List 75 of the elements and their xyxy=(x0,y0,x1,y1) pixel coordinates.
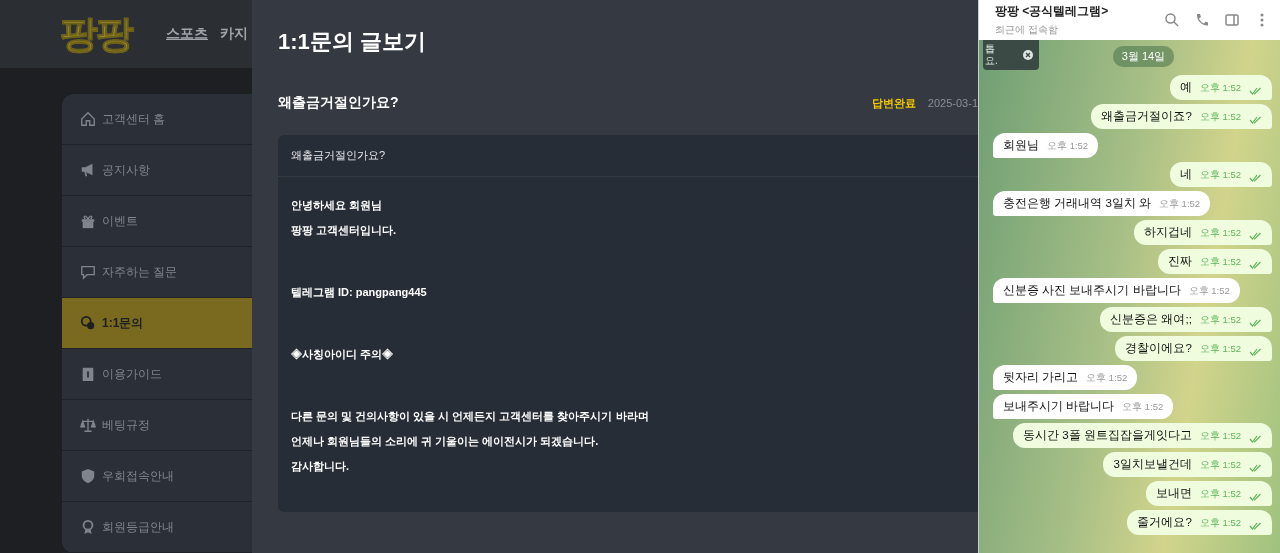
side-panel-icon[interactable] xyxy=(1224,12,1240,28)
message-time: 오후 1:52 xyxy=(1188,285,1230,298)
nav-link[interactable]: 스포츠 xyxy=(166,25,208,43)
message-time: 오후 1:52 xyxy=(1122,401,1164,414)
message-time: 오후 1:52 xyxy=(1199,488,1241,501)
message-subject: 왜출금거절인가요? xyxy=(291,148,386,163)
reply-text: 언제나 회원님들의 소리에 귀 기울이는 에이전시가 되겠습니다. xyxy=(291,434,600,449)
search-icon[interactable] xyxy=(1164,12,1180,28)
inquiry-subject: 왜출금거절인가요? xyxy=(278,94,400,112)
message-text: 보내주시기 바랍니다 xyxy=(1003,399,1115,414)
message-time: 오후 1:52 xyxy=(1199,459,1241,472)
reply-text: 안녕하세요 회원님 xyxy=(291,198,384,213)
message-text: 신분증은 왜여;; xyxy=(1110,312,1192,327)
double-check-icon xyxy=(1249,232,1262,240)
menu-item-icon xyxy=(80,264,96,280)
message-time: 오후 1:52 xyxy=(1199,227,1241,240)
message-text: 뒷자리 가리고 xyxy=(1003,370,1079,385)
site-logo[interactable]: 팡팡 xyxy=(60,8,132,60)
inquiry-date: 2025-03-1 xyxy=(927,97,978,109)
message-time: 오후 1:52 xyxy=(1086,372,1128,385)
chat-status: 최근에 접속함 xyxy=(995,23,1059,37)
reply-text: 감사합니다. xyxy=(291,459,351,474)
double-check-icon xyxy=(1249,116,1262,124)
menu-item-icon xyxy=(80,417,96,433)
message-text: 회원님 xyxy=(1003,138,1039,153)
message-text: 왜출금거절이죠? xyxy=(1101,109,1192,124)
double-check-icon xyxy=(1249,522,1262,530)
message-text: 네 xyxy=(1179,167,1192,182)
message-text: 진짜 xyxy=(1167,254,1192,269)
message-time: 오후 1:52 xyxy=(1199,111,1241,124)
reply-text: ◈사칭아이디 주의◈ xyxy=(291,347,395,362)
message-time: 오후 1:52 xyxy=(1199,82,1241,95)
message-text: 신분증 사진 보내주시기 바랍니다 xyxy=(1003,283,1181,298)
menu-item-icon xyxy=(80,213,96,229)
message-text: 보내면 xyxy=(1155,486,1192,501)
message-text: 경찰이에요? xyxy=(1125,341,1192,356)
message-text: 3일치보낼건데 xyxy=(1113,457,1192,472)
menu-item-icon xyxy=(80,366,96,382)
message-text: 충전은행 거래내역 3일치 와 xyxy=(1003,196,1151,211)
phone-icon[interactable] xyxy=(1194,12,1210,28)
reply-text: 텔레그램 ID: pangpang445 xyxy=(291,285,428,300)
message-time: 오후 1:52 xyxy=(1199,517,1241,530)
date-pill: 3월 14일 xyxy=(1112,46,1175,67)
message-time: 오후 1:52 xyxy=(1199,256,1241,269)
message-time: 오후 1:52 xyxy=(1159,198,1201,211)
message-text: 하지겁네 xyxy=(1143,225,1192,240)
message-text: 동시간 3폴 원트집잡을게잇다고 xyxy=(1023,428,1192,443)
reply-text: 팡팡 고객센터입니다. xyxy=(291,223,398,238)
message-time: 오후 1:52 xyxy=(1199,169,1241,182)
double-check-icon xyxy=(1249,261,1262,269)
menu-item-icon xyxy=(80,315,96,331)
sidebar-item[interactable]: 1:1문의 xyxy=(62,298,252,349)
double-check-icon xyxy=(1249,435,1262,443)
double-check-icon xyxy=(1249,493,1262,501)
close-icon[interactable] xyxy=(1023,50,1033,60)
toast-text: 톱 요. xyxy=(985,43,998,67)
reply-text: 다른 문의 및 건의사항이 있을 시 언제든지 고객센터를 찾아주시기 바라며 xyxy=(291,409,650,424)
message-time: 오후 1:52 xyxy=(1199,314,1241,327)
double-check-icon xyxy=(1249,174,1262,182)
menu-item-icon xyxy=(80,519,96,535)
message-text: 예 xyxy=(1179,80,1192,95)
message-text: 줄거에요? xyxy=(1137,515,1192,530)
double-check-icon xyxy=(1249,464,1262,472)
message-time: 오후 1:52 xyxy=(1199,430,1241,443)
page-title: 1:1문의 글보기 xyxy=(278,28,427,56)
status-label: 답변완료 xyxy=(871,95,916,111)
menu-item-icon xyxy=(80,111,96,127)
double-check-icon xyxy=(1249,87,1262,95)
message-time: 오후 1:52 xyxy=(1047,140,1089,153)
double-check-icon xyxy=(1249,348,1262,356)
chat-name[interactable]: 팡팡 <공식텔레그램> xyxy=(995,3,1164,20)
nav-link[interactable]: 카지 xyxy=(220,25,248,43)
double-check-icon xyxy=(1249,319,1262,327)
menu-item-icon xyxy=(80,468,96,484)
message-time: 오후 1:52 xyxy=(1199,343,1241,356)
